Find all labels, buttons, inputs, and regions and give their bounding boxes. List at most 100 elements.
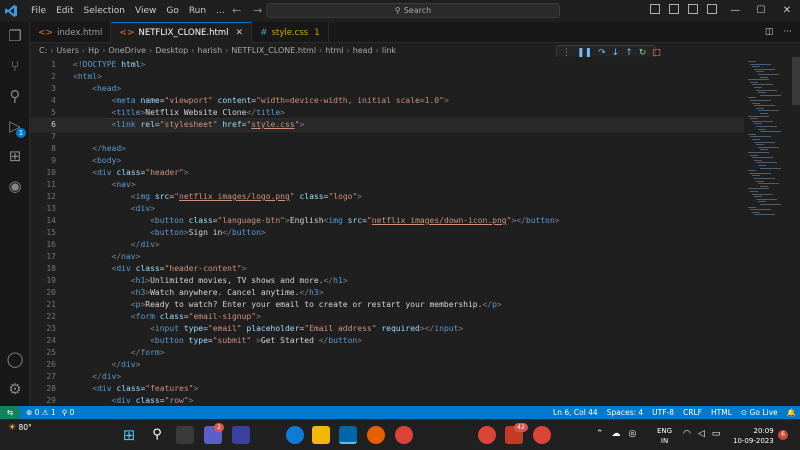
go-live-button[interactable]: ⊙ Go Live xyxy=(741,408,778,417)
minimap[interactable] xyxy=(744,57,792,406)
quick-settings[interactable]: ◠ ◁ ▭ xyxy=(683,429,720,439)
menu-item[interactable]: File xyxy=(26,6,51,16)
security-icon[interactable]: ◎ xyxy=(629,429,637,439)
code-line[interactable]: 28 <div class="features"> xyxy=(30,383,744,395)
code-line[interactable]: 13 <div> xyxy=(30,203,744,215)
minimize-button[interactable]: — xyxy=(722,0,748,22)
file-explorer-icon[interactable] xyxy=(312,426,330,444)
code-line[interactable]: 29 <div class="row"> xyxy=(30,395,744,406)
indentation[interactable]: Spaces: 4 xyxy=(607,408,643,417)
editor-scrollbar[interactable] xyxy=(792,57,800,105)
menu-item[interactable]: ... xyxy=(211,6,230,16)
code-line[interactable]: 14 <button class="language-btn">English<… xyxy=(30,215,744,227)
tab-index-html[interactable]: <> index.html xyxy=(30,22,112,43)
breadcrumb-item[interactable]: C: xyxy=(39,46,47,55)
tab-style-css[interactable]: # style.css 1 xyxy=(252,22,329,43)
code-line[interactable]: 27 </div> xyxy=(30,371,744,383)
ports-indicator[interactable]: ⚲ 0 xyxy=(62,408,75,417)
breadcrumb-item[interactable]: Users xyxy=(56,46,78,55)
search-taskbar-icon[interactable]: ⚲ xyxy=(148,426,166,444)
line-ending[interactable]: CRLF xyxy=(683,408,702,417)
breadcrumb-item[interactable]: NETFLIX_CLONE.html xyxy=(231,46,316,55)
code-line[interactable]: 5 <title>Netflix Website Clone</title> xyxy=(30,107,744,119)
code-line[interactable]: 22 <form class="email-signup"> xyxy=(30,311,744,323)
code-line[interactable]: 12 <img src="netflix_images/logo.png" cl… xyxy=(30,191,744,203)
code-line[interactable]: 20 <h3>Watch anywhere. Cancel anytime.</… xyxy=(30,287,744,299)
chrome-profile-icon[interactable] xyxy=(478,426,496,444)
breadcrumb-item[interactable]: link xyxy=(382,46,396,55)
breadcrumb-item[interactable]: Desktop xyxy=(155,46,188,55)
widgets-icon[interactable] xyxy=(232,426,250,444)
breadcrumb-item[interactable]: html xyxy=(325,46,343,55)
menu-item[interactable]: Edit xyxy=(51,6,78,16)
explorer-icon[interactable]: ❐ xyxy=(6,27,24,45)
notification-center-badge[interactable]: 6 xyxy=(778,430,788,440)
remote-icon[interactable]: ◉ xyxy=(6,177,24,195)
code-line[interactable]: 23 <input type="email" placeholder="Emai… xyxy=(30,323,744,335)
language-mode[interactable]: HTML xyxy=(711,408,732,417)
code-editor[interactable]: 1 <!DOCTYPE html> 2 <html> 3 <head> 4 <meta n… xyxy=(30,57,744,406)
forward-arrow-icon[interactable]: → xyxy=(253,4,262,17)
menu-item[interactable]: Run xyxy=(184,6,211,16)
code-line[interactable]: 19 <h1>Unlimited movies, TV shows and mo… xyxy=(30,275,744,287)
customize-layout-icon[interactable] xyxy=(707,4,717,14)
breadcrumb-item[interactable]: head xyxy=(353,46,373,55)
tab-netflix-clone-html[interactable]: <> NETFLIX_CLONE.html ✕ xyxy=(111,22,253,43)
code-line[interactable]: 7 xyxy=(30,131,744,143)
code-line[interactable]: 18 <div class="header-content"> xyxy=(30,263,744,275)
breadcrumb-item[interactable]: Hp xyxy=(88,46,99,55)
code-line[interactable]: 6 <link rel="stylesheet" href="style.css… xyxy=(30,118,744,132)
breadcrumb-item[interactable]: harish xyxy=(197,46,222,55)
clock[interactable]: 20:09 10-09-2023 xyxy=(733,426,774,446)
code-line[interactable]: 1 <!DOCTYPE html> xyxy=(30,59,744,71)
show-hidden-icons-chevron-icon[interactable]: ⌃ xyxy=(596,429,604,439)
firefox-icon[interactable] xyxy=(367,426,385,444)
back-arrow-icon[interactable]: ← xyxy=(232,4,241,17)
code-line[interactable]: 8 </head> xyxy=(30,143,744,155)
code-line[interactable]: 16 </div> xyxy=(30,239,744,251)
code-line[interactable]: 21 <p>Ready to watch? Enter your email t… xyxy=(30,299,744,311)
code-line[interactable]: 9 <body> xyxy=(30,155,744,167)
toggle-secondary-sidebar-icon[interactable] xyxy=(688,4,698,14)
remote-indicator-icon[interactable]: ⇆ xyxy=(0,406,20,419)
edge-icon[interactable] xyxy=(286,426,304,444)
code-line[interactable]: 10 <div class="header"> xyxy=(30,167,744,179)
close-tab-icon[interactable]: ✕ xyxy=(236,28,244,38)
vscode-taskbar-icon[interactable] xyxy=(339,426,357,444)
toggle-sidebar-icon[interactable] xyxy=(650,4,660,14)
settings-gear-icon[interactable]: ⚙ xyxy=(6,380,24,398)
code-line[interactable]: 25 </form> xyxy=(30,347,744,359)
input-language[interactable]: ENG IN xyxy=(657,426,672,446)
code-line[interactable]: 2 <html> xyxy=(30,71,744,83)
menu-item[interactable]: Go xyxy=(161,6,183,16)
code-line[interactable]: 3 <head> xyxy=(30,83,744,95)
code-line[interactable]: 17 </nav> xyxy=(30,251,744,263)
task-view-icon[interactable] xyxy=(176,426,194,444)
extensions-icon[interactable]: ⊞ xyxy=(6,147,24,165)
cursor-position[interactable]: Ln 6, Col 44 xyxy=(553,408,598,417)
problems-indicator[interactable]: ⊗ 0 ⚠ 1 xyxy=(26,408,56,417)
code-line[interactable]: 24 <button type="submit" >Get Started </… xyxy=(30,335,744,347)
more-actions-icon[interactable]: ··· xyxy=(783,27,792,37)
menu-item[interactable]: View xyxy=(130,6,161,16)
source-control-icon[interactable]: ⑂ xyxy=(6,57,24,75)
split-editor-icon[interactable]: ◫ xyxy=(765,27,774,37)
account-icon[interactable]: ◯ xyxy=(6,350,24,368)
command-center-search[interactable]: ⚲ Search xyxy=(266,3,560,18)
encoding[interactable]: UTF-8 xyxy=(652,408,674,417)
code-line[interactable]: 11 <nav> xyxy=(30,179,744,191)
code-line[interactable]: 15 <button>Sign in</button> xyxy=(30,227,744,239)
chrome-icon[interactable] xyxy=(395,426,413,444)
menu-item[interactable]: Selection xyxy=(79,6,130,16)
onedrive-icon[interactable]: ☁ xyxy=(612,429,621,439)
breadcrumb-item[interactable]: OneDrive xyxy=(108,46,146,55)
search-icon[interactable]: ⚲ xyxy=(6,87,24,105)
start-button[interactable]: ⊞ xyxy=(120,426,138,444)
weather-widget[interactable]: ☀ 80° xyxy=(8,423,32,433)
notifications-bell-icon[interactable]: 🔔 xyxy=(787,408,796,417)
code-line[interactable]: 4 <meta name="viewport" content="width=d… xyxy=(30,95,744,107)
chrome-window-icon[interactable] xyxy=(533,426,551,444)
maximize-button[interactable]: ☐ xyxy=(748,0,774,22)
code-line[interactable]: 26 </div> xyxy=(30,359,744,371)
close-window-button[interactable]: ✕ xyxy=(774,0,800,22)
